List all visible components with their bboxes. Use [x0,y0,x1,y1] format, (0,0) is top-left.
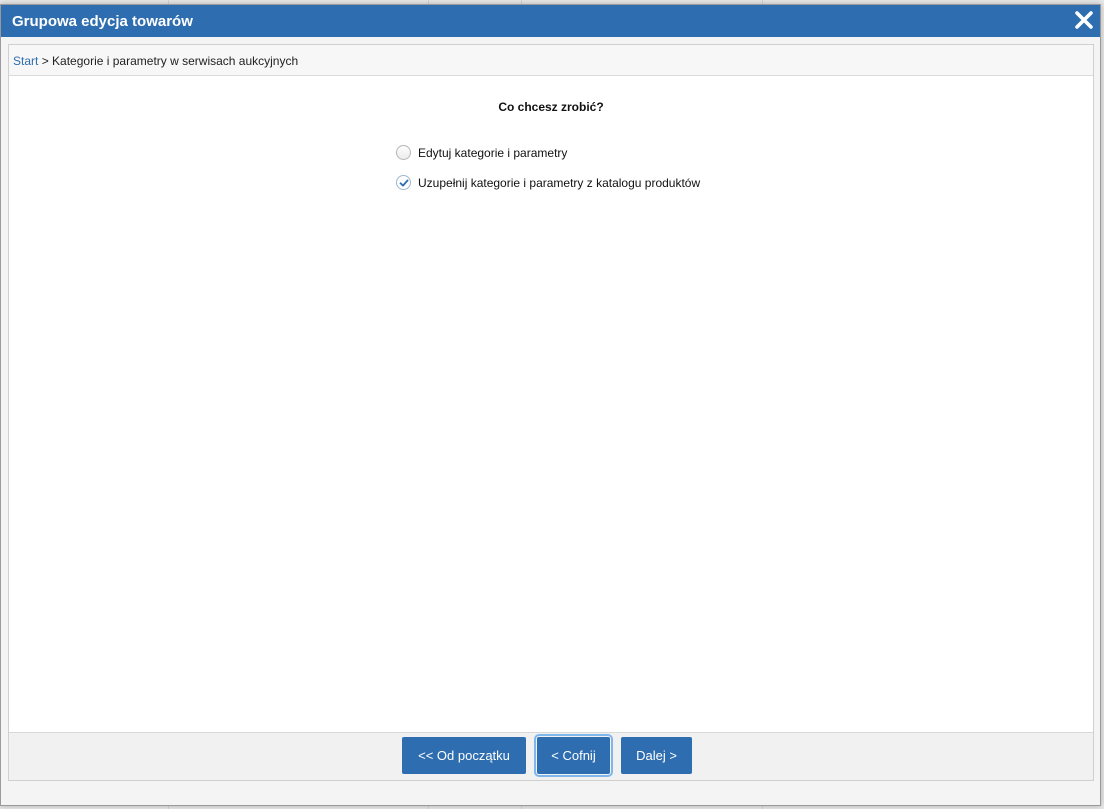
radio-edit-categories[interactable] [396,145,411,160]
option-fill-from-catalog-label: Uzupełnij kategorie i parametry z katalo… [418,176,701,190]
dialog-footer: << Od początku < Cofnij Dalej > [9,732,1093,780]
breadcrumb-start-link[interactable]: Start [13,54,38,68]
option-edit-categories-label: Edytuj kategorie i parametry [418,146,568,160]
radio-fill-from-catalog[interactable] [396,175,411,190]
question-heading: Co chcesz zrobić? [498,100,604,114]
close-icon[interactable] [1072,8,1096,32]
start-over-button[interactable]: << Od początku [402,737,526,774]
back-button[interactable]: < Cofnij [534,734,613,777]
breadcrumb: Start > Kategorie i parametry w serwisac… [9,45,1093,76]
dialog-title: Grupowa edycja towarów [12,13,193,30]
next-button[interactable]: Dalej > [621,737,692,774]
bulk-edit-dialog: Grupowa edycja towarów Start > Kategorie… [0,4,1101,806]
dialog-titlebar: Grupowa edycja towarów [1,5,1100,37]
checkmark-icon [399,179,409,187]
dialog-content: Start > Kategorie i parametry w serwisac… [8,44,1094,781]
breadcrumb-current: Kategorie i parametry w serwisach aukcyj… [52,54,299,68]
breadcrumb-separator: > [41,54,49,68]
